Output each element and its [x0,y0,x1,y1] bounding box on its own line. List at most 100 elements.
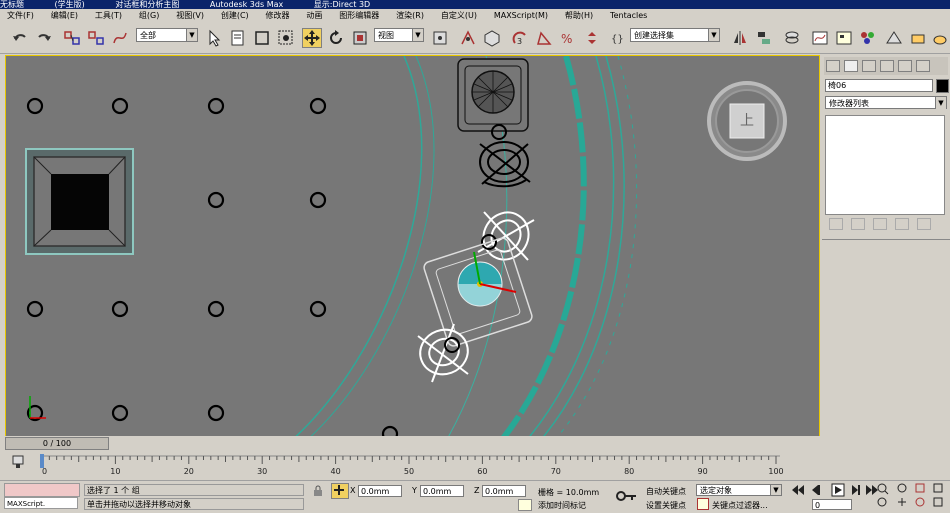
ruler-tick-label: 20 [184,467,194,476]
select-and-move-icon[interactable] [302,28,322,48]
menu-edit[interactable]: 编辑(E) [44,9,85,23]
y-coordinate-field[interactable]: 0.0mm [420,485,464,497]
keyboard-shortcut-icon[interactable] [482,28,502,48]
show-end-result-icon[interactable] [851,218,865,230]
key-filter-icon[interactable] [697,498,709,510]
ruler-tick-label: 100 [768,467,783,476]
menu-create[interactable]: 创建(C) [214,9,256,23]
time-slider: 0 / 100 [0,436,820,450]
align-icon[interactable] [754,28,774,48]
configure-modifier-sets-icon[interactable] [917,218,931,230]
key-icon[interactable] [616,489,638,503]
chevron-down-icon: ▼ [412,29,423,41]
menu-group[interactable]: 组(G) [132,9,166,23]
select-by-name-icon[interactable] [228,28,248,48]
select-and-scale-icon[interactable] [350,28,370,48]
key-filters-button[interactable]: 关键点过滤器... [712,500,768,511]
reference-coord-dropdown[interactable]: 视图 ▼ [374,28,424,42]
modify-tab-icon[interactable] [844,60,858,72]
schematic-view-icon[interactable] [834,28,854,48]
frame-indicator: 0 / 100 [42,439,72,448]
select-manipulate-icon[interactable] [458,28,478,48]
menu-animation[interactable]: 动画 [299,9,329,23]
layer-manager-icon[interactable] [782,28,802,48]
rendered-frame-icon[interactable] [908,28,928,48]
menu-tools[interactable]: 工具(T) [88,9,129,23]
select-and-rotate-icon[interactable] [326,28,346,48]
menu-maxscript[interactable]: MAXScript(M) [487,9,555,23]
timeline-ruler: 0 10 20 30 40 50 60 70 80 90 100 [40,454,784,476]
prompt-line: 单击并拖动以选择并移动对象 [84,498,304,510]
modifier-list-dropdown[interactable]: 修改器列表 ▼ [825,96,947,109]
link-icon[interactable] [62,28,82,48]
undo-icon[interactable] [10,28,30,48]
menu-modifiers[interactable]: 修改器 [259,9,297,23]
material-editor-icon[interactable] [858,28,878,48]
utilities-tab-icon[interactable] [916,60,930,72]
maxscript-label[interactable]: MAXScript. [4,497,78,509]
menu-tentacles[interactable]: Tentacles [603,9,654,23]
render-setup-icon[interactable] [884,28,904,48]
absolute-mode-icon[interactable] [331,483,349,499]
menu-help[interactable]: 帮助(H) [558,9,600,23]
window-crossing-icon[interactable] [276,28,296,48]
ruler-tick-label: 30 [257,467,267,476]
hierarchy-tab-icon[interactable] [862,60,876,72]
x-coordinate-field[interactable]: 0.0mm [358,485,402,497]
object-color-swatch[interactable] [936,79,949,93]
menu-file[interactable]: 文件(F) [0,9,41,23]
lock-icon[interactable] [312,485,324,497]
render-teapot-icon[interactable] [930,28,950,48]
svg-text:{}: {} [611,34,624,45]
named-selection-dropdown[interactable]: 创建选择集 ▼ [630,28,720,42]
current-frame-field[interactable]: 0 [812,499,852,510]
filmstrip-icon[interactable] [10,454,26,470]
percent-snap-icon[interactable]: % [558,28,578,48]
selection-filter-dropdown[interactable]: 全部 ▼ [136,28,198,42]
stairwell-object [25,148,134,255]
key-mode-dropdown[interactable]: 选定对象 ▼ [696,484,782,496]
menu-rendering[interactable]: 渲染(R) [389,9,431,23]
set-key-button[interactable]: 设置关键点 [646,500,686,511]
rectangular-selection-icon[interactable] [252,28,272,48]
pin-stack-icon[interactable] [829,218,843,230]
track-bar[interactable]: 0 10 20 30 40 50 60 70 80 90 100 [0,450,820,480]
auto-key-button[interactable]: 自动关键点 [646,486,686,497]
make-unique-icon[interactable] [873,218,887,230]
pivot-center-icon[interactable] [430,28,450,48]
menu-views[interactable]: 视图(V) [169,9,211,23]
menu-bar: 文件(F) 编辑(E) 工具(T) 组(G) 视图(V) 创建(C) 修改器 动… [0,9,950,23]
motion-tab-icon[interactable] [880,60,894,72]
edit-named-selection-icon[interactable]: {} [608,28,628,48]
create-tab-icon[interactable] [826,60,840,72]
mirror-icon[interactable] [730,28,750,48]
angle-snap-icon[interactable] [534,28,554,48]
unlink-icon[interactable] [86,28,106,48]
current-frame-marker[interactable] [40,454,44,468]
viewcube-face-label[interactable]: 上 [730,104,764,138]
spinner-snap-icon[interactable] [582,28,602,48]
object-name-field[interactable]: 椅06 [825,79,933,92]
redo-icon[interactable] [34,28,54,48]
svg-text:%: % [561,32,572,46]
modifier-stack[interactable] [825,115,945,215]
title-segment: 对话框和分析主图 [115,0,180,9]
viewcube[interactable]: 上 [706,80,788,162]
display-tab-icon[interactable] [898,60,912,72]
curve-editor-icon[interactable] [810,28,830,48]
selection-filter-value: 全部 [140,31,156,40]
snaps-toggle-icon[interactable]: 3 [510,28,530,48]
time-slider-handle[interactable]: 0 / 100 [5,437,109,450]
add-time-tag[interactable]: 添加时间标记 [538,500,586,511]
time-tag-icon[interactable] [518,499,532,511]
menu-graph-editors[interactable]: 图形编辑器 [332,9,386,23]
title-segment: 显示:Direct 3D [313,0,371,9]
named-selection-value: 创建选择集 [634,31,674,40]
bind-space-warp-icon[interactable] [110,28,130,48]
menu-customize[interactable]: 自定义(U) [434,9,484,23]
remove-modifier-icon[interactable] [895,218,909,230]
maxscript-listener-field[interactable] [4,483,80,497]
top-viewport[interactable]: 上 [5,55,820,437]
z-coordinate-field[interactable]: 0.0mm [482,485,526,497]
select-object-icon[interactable] [204,28,224,48]
